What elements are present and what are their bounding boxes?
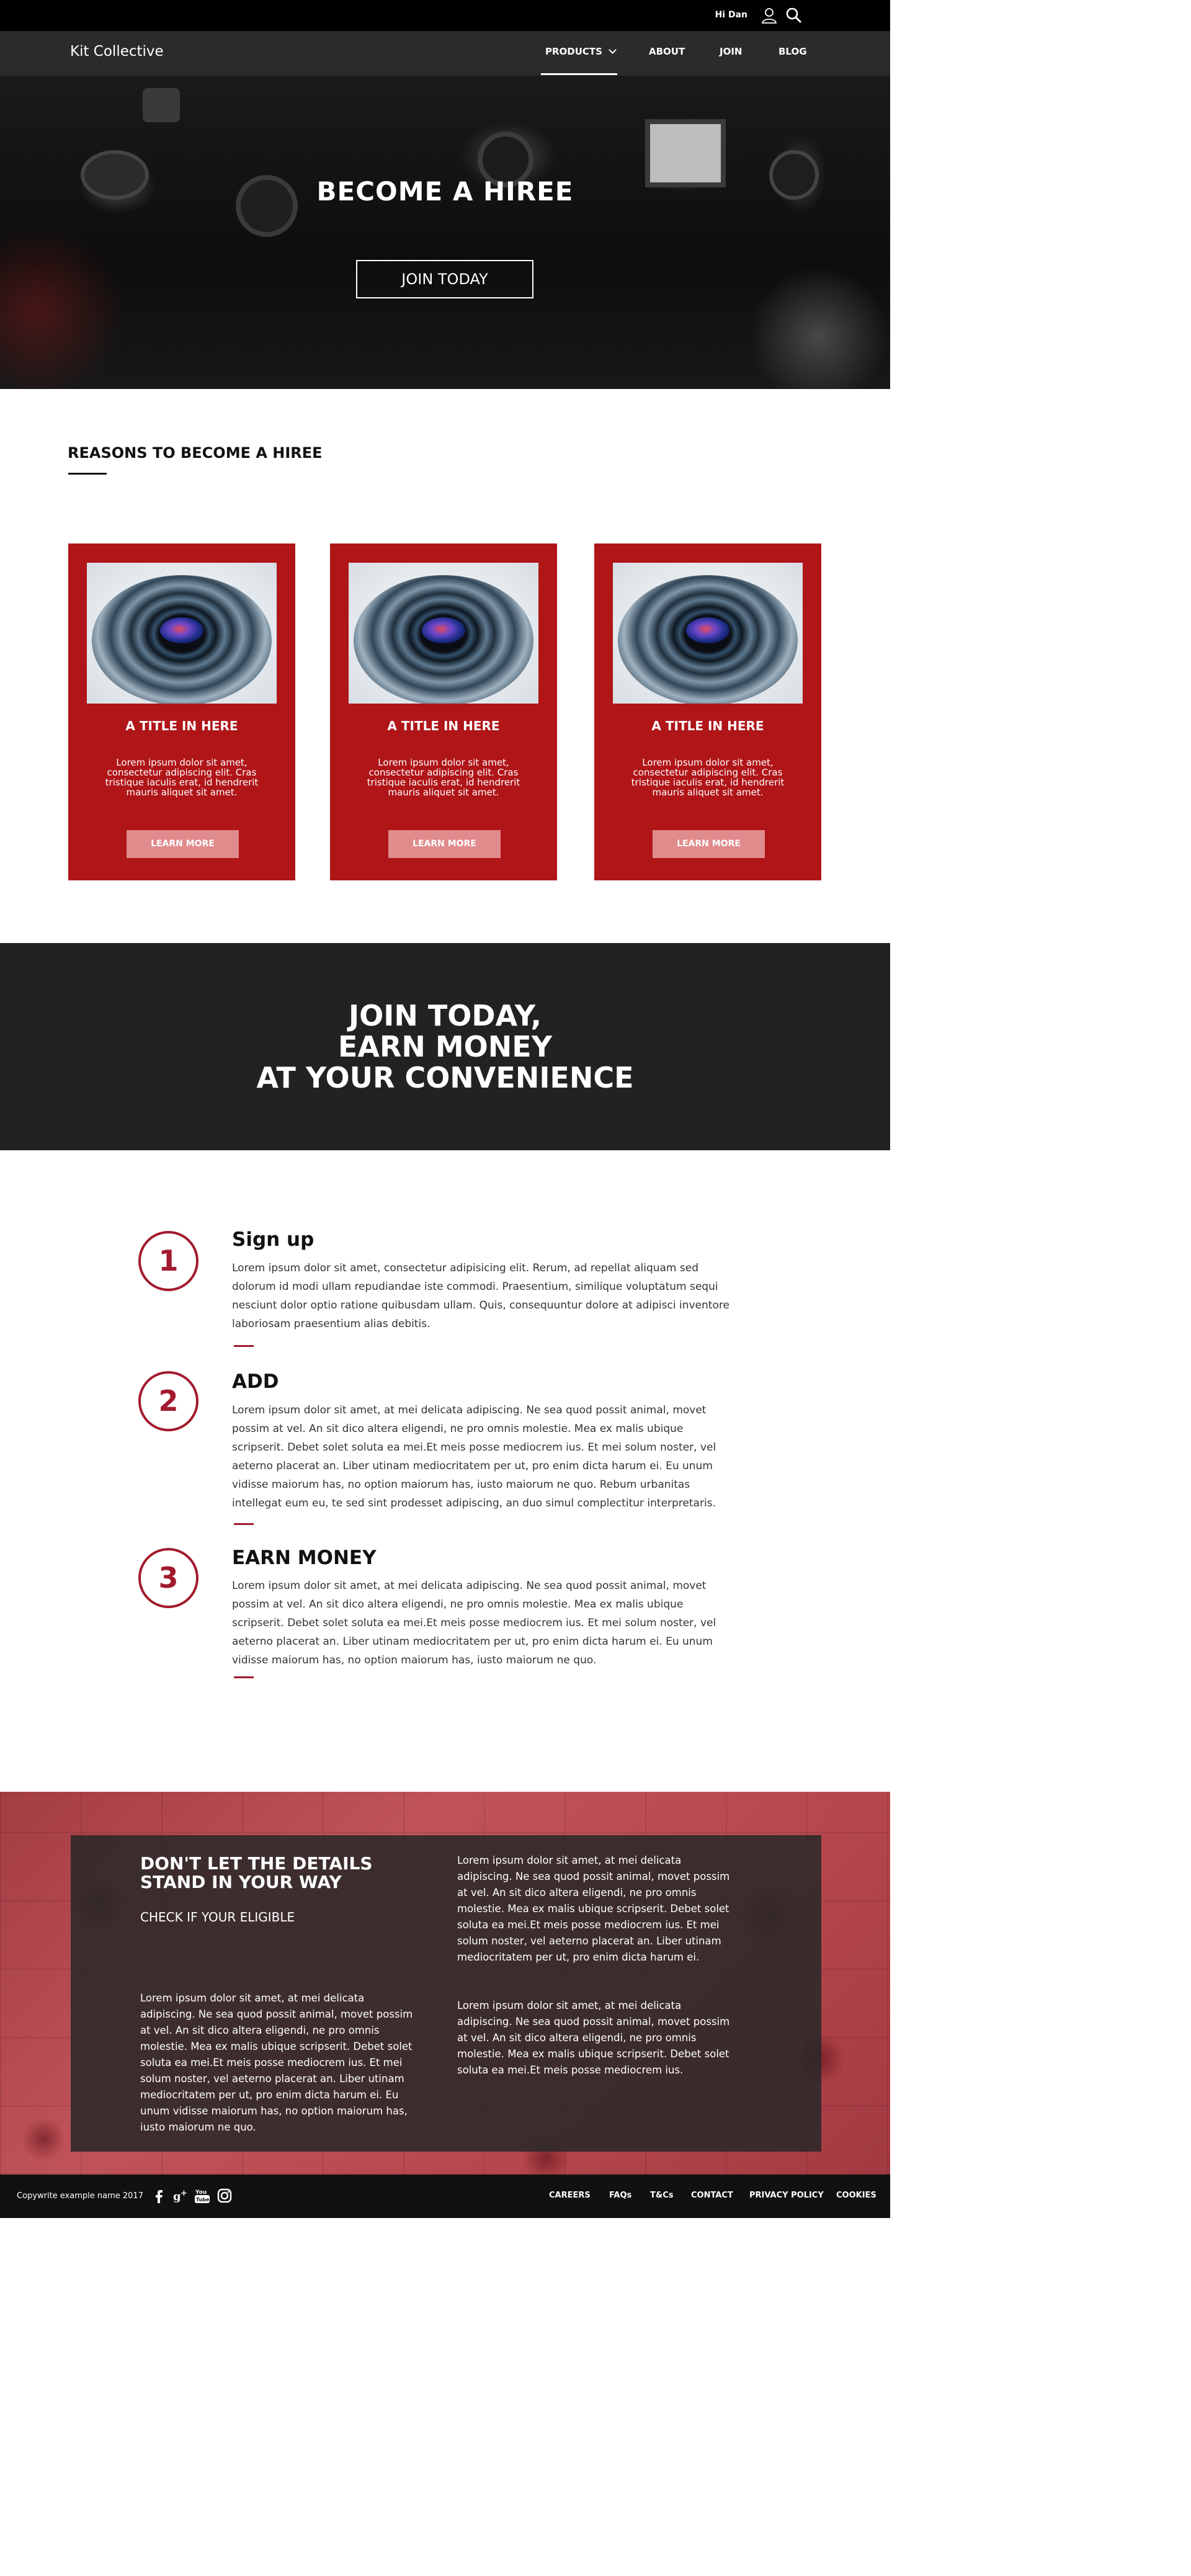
- join-banner: JOIN TODAY, EARN MONEY AT YOUR CONVENIEN…: [0, 943, 890, 1150]
- nav-item-join[interactable]: JOIN: [720, 46, 742, 57]
- footer-link-privacy[interactable]: PRIVACY POLICY: [749, 2191, 824, 2200]
- lens-image-center: [686, 617, 729, 643]
- reasons-heading: REASONS TO BECOME A HIREE: [68, 444, 323, 462]
- nav-item-about[interactable]: ABOUT: [649, 46, 685, 57]
- eligibility-section: DON'T LET THE DETAILS STAND IN YOUR WAY …: [0, 1792, 890, 2175]
- nav-item-blog[interactable]: BLOG: [778, 46, 807, 57]
- camera-lens-image: [613, 563, 803, 704]
- card-text: Lorem ipsum dolor sit amet, consectetur …: [367, 757, 520, 798]
- step-divider: [234, 1523, 254, 1525]
- chevron-down-icon: [609, 46, 617, 54]
- learn-more-button[interactable]: LEARN MORE: [127, 830, 239, 858]
- banner-line: EARN MONEY: [337, 1030, 553, 1063]
- youtube-icon[interactable]: You Tube: [194, 2187, 211, 2204]
- join-today-button[interactable]: JOIN TODAY: [356, 260, 533, 298]
- site-footer: Copywrite example name 2017 g + You Tube…: [0, 2175, 890, 2218]
- brand-logo[interactable]: Kit Collective: [70, 43, 164, 60]
- eligibility-panel: DON'T LET THE DETAILS STAND IN YOUR WAY …: [71, 1835, 821, 2152]
- step-divider: [234, 1345, 254, 1347]
- step-body: Lorem ipsum dolor sit amet, consectetur …: [232, 1262, 729, 1330]
- footer-link-cookies[interactable]: COOKIES: [836, 2191, 877, 2200]
- user-greeting: Hi Dan: [715, 10, 747, 20]
- svg-text:+: +: [181, 2189, 187, 2198]
- learn-more-button[interactable]: LEARN MORE: [653, 830, 765, 858]
- footer-link-contact[interactable]: CONTACT: [691, 2191, 733, 2200]
- eligibility-text-right: Lorem ipsum dolor sit amet, at mei delic…: [457, 1854, 730, 1963]
- step-divider: [234, 1676, 254, 1678]
- eligibility-subheading: CHECK IF YOUR ELIGIBLE: [140, 1910, 295, 1925]
- eligibility-text-right: Lorem ipsum dolor sit amet, at mei delic…: [457, 2000, 730, 2076]
- camera-lens-image: [349, 563, 538, 704]
- step-title: Sign up: [232, 1228, 314, 1251]
- hero-title: BECOME A HIREE: [316, 176, 574, 207]
- active-nav-indicator: [541, 73, 617, 75]
- camera-lens-image: [87, 563, 277, 704]
- eligibility-text-left: Lorem ipsum dolor sit amet, at mei delic…: [140, 1992, 413, 2133]
- step-body: Lorem ipsum dolor sit amet, at mei delic…: [232, 1580, 716, 1666]
- step-number-badge: 3: [138, 1548, 198, 1608]
- user-icon[interactable]: [760, 6, 778, 25]
- reason-card: A TITLE IN HERE Lorem ipsum dolor sit am…: [594, 543, 821, 880]
- nav-item-label: PRODUCTS: [545, 46, 602, 57]
- svg-text:You: You: [195, 2189, 207, 2196]
- top-utility-bar: Hi Dan: [0, 0, 890, 31]
- step-number-badge: 1: [138, 1231, 198, 1291]
- svg-text:Tube: Tube: [196, 2197, 210, 2203]
- reason-card: A TITLE IN HERE Lorem ipsum dolor sit am…: [68, 543, 295, 880]
- nav-item-products[interactable]: PRODUCTS: [545, 46, 617, 57]
- instagram-icon[interactable]: [216, 2187, 233, 2204]
- step-title: ADD: [232, 1371, 279, 1393]
- card-text: Lorem ipsum dolor sit amet, consectetur …: [105, 757, 259, 798]
- step-body: Lorem ipsum dolor sit amet, at mei delic…: [232, 1404, 716, 1509]
- google-plus-icon[interactable]: g +: [172, 2187, 190, 2204]
- card-text: Lorem ipsum dolor sit amet, consectetur …: [631, 757, 785, 798]
- heading-underline: [68, 473, 107, 475]
- card-title: A TITLE IN HERE: [125, 718, 238, 733]
- card-title: A TITLE IN HERE: [651, 718, 764, 733]
- hero-banner: BECOME A HIREE JOIN TODAY: [0, 76, 890, 389]
- footer-link-faqs[interactable]: FAQs: [609, 2191, 631, 2200]
- reason-card: A TITLE IN HERE Lorem ipsum dolor sit am…: [330, 543, 557, 880]
- eligibility-heading: DON'T LET THE DETAILS STAND IN YOUR WAY: [140, 1853, 373, 1892]
- step-title: EARN MONEY: [232, 1547, 377, 1569]
- main-navigation: Kit Collective PRODUCTS ABOUT JOIN BLOG: [0, 31, 890, 76]
- banner-line: JOIN TODAY,: [349, 999, 542, 1032]
- card-title: A TITLE IN HERE: [387, 718, 500, 733]
- lens-image-center: [160, 617, 203, 643]
- footer-link-careers[interactable]: CAREERS: [549, 2191, 591, 2200]
- banner-line: AT YOUR CONVENIENCE: [256, 1061, 634, 1094]
- step-number-badge: 2: [138, 1371, 198, 1431]
- copyright-text: Copywrite example name 2017: [17, 2191, 143, 2201]
- search-icon[interactable]: [785, 6, 803, 25]
- learn-more-button[interactable]: LEARN MORE: [388, 830, 501, 858]
- facebook-icon[interactable]: [150, 2187, 167, 2204]
- footer-link-terms[interactable]: T&Cs: [650, 2191, 673, 2200]
- hero-camera-shape: [143, 88, 180, 122]
- lens-image-center: [422, 617, 465, 643]
